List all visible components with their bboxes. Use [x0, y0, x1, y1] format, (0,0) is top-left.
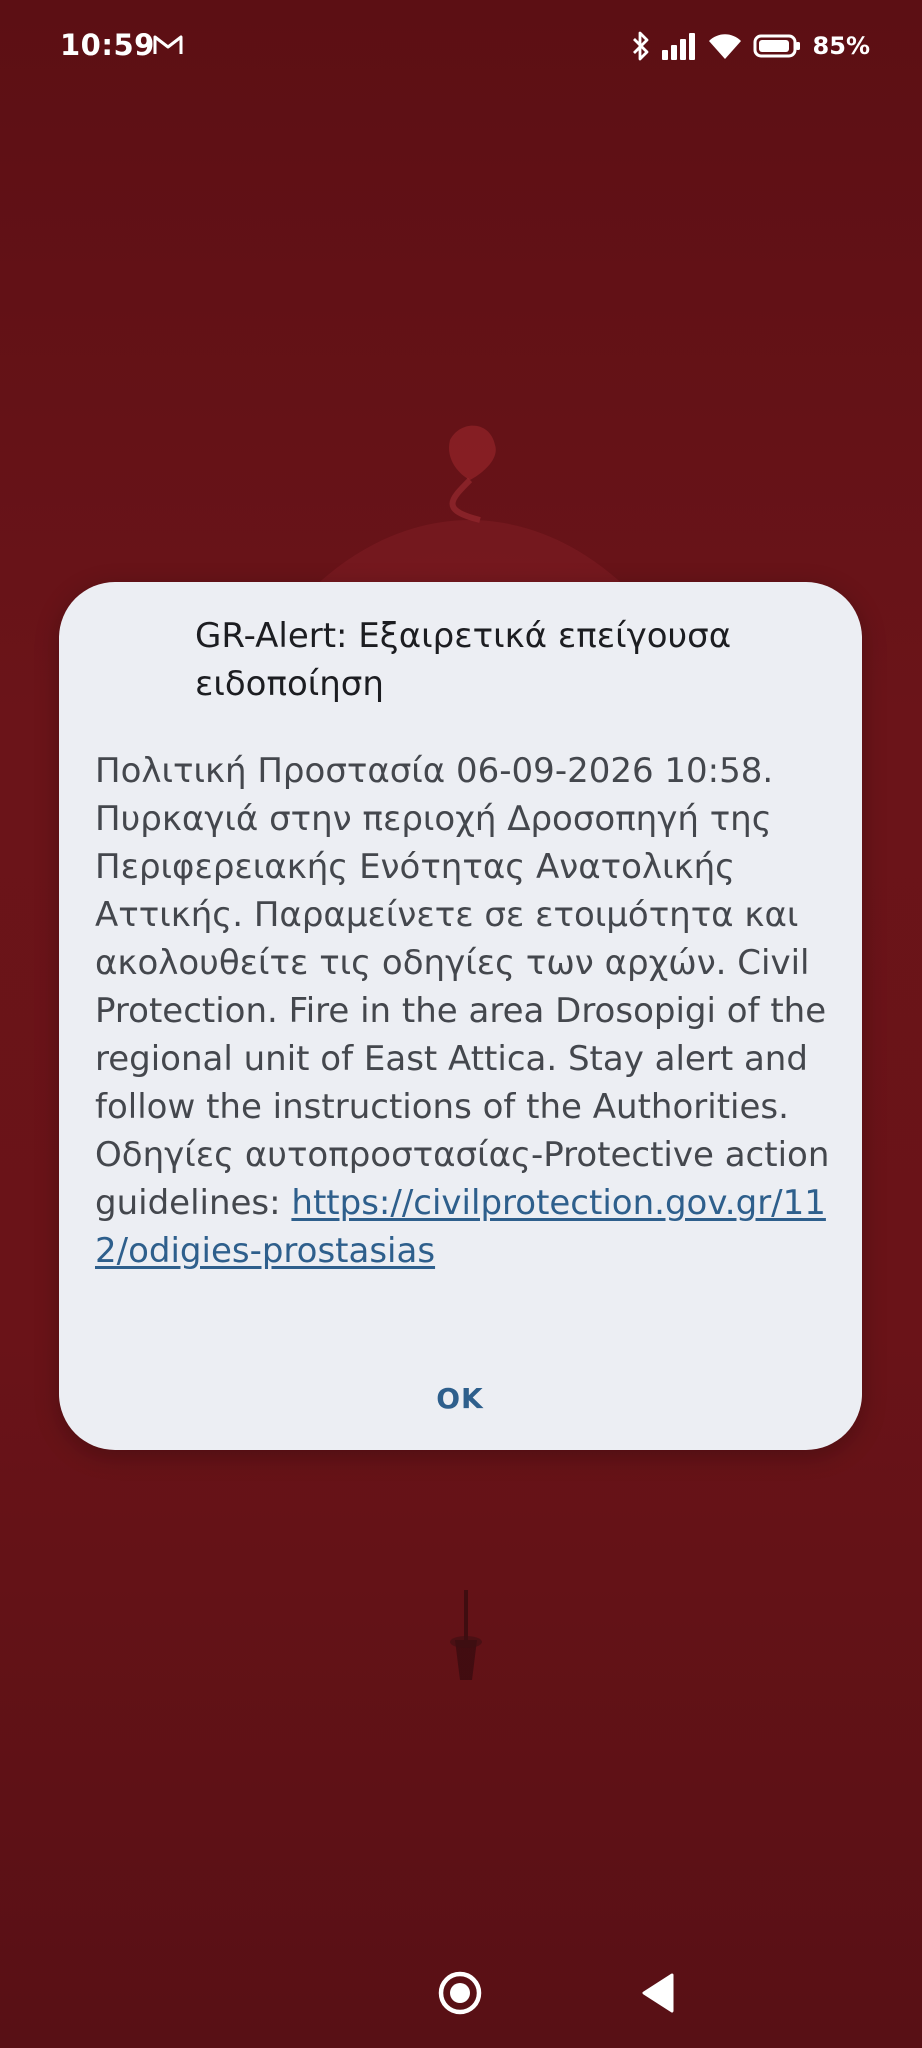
- ok-button[interactable]: OK: [410, 1368, 510, 1428]
- status-bar: 10:59 85%: [0, 0, 922, 92]
- gmail-icon: [153, 35, 183, 54]
- status-time: 10:59: [60, 28, 155, 62]
- signal-icon: [661, 33, 695, 60]
- wifi-icon: [708, 34, 741, 59]
- navigation-bar: [0, 1940, 922, 2048]
- home-icon[interactable]: [437, 1970, 483, 2016]
- dialog-body: Πολιτική Προστασία 06-09-2026 10:58. Πυρ…: [95, 747, 835, 1275]
- status-icons: 85%: [631, 28, 870, 64]
- alert-dialog: GR-Alert: Εξαιρετικά επείγουσα ειδοποίησ…: [59, 582, 862, 1450]
- dialog-title: GR-Alert: Εξαιρετικά επείγουσα ειδοποίησ…: [195, 616, 732, 704]
- dialog-body-text: Πολιτική Προστασία 06-09-2026 10:58. Πυρ…: [95, 751, 830, 1223]
- bluetooth-icon: [632, 31, 648, 61]
- back-icon[interactable]: [640, 1972, 676, 2014]
- battery-icon: [753, 34, 800, 58]
- battery-level: 85%: [812, 32, 870, 60]
